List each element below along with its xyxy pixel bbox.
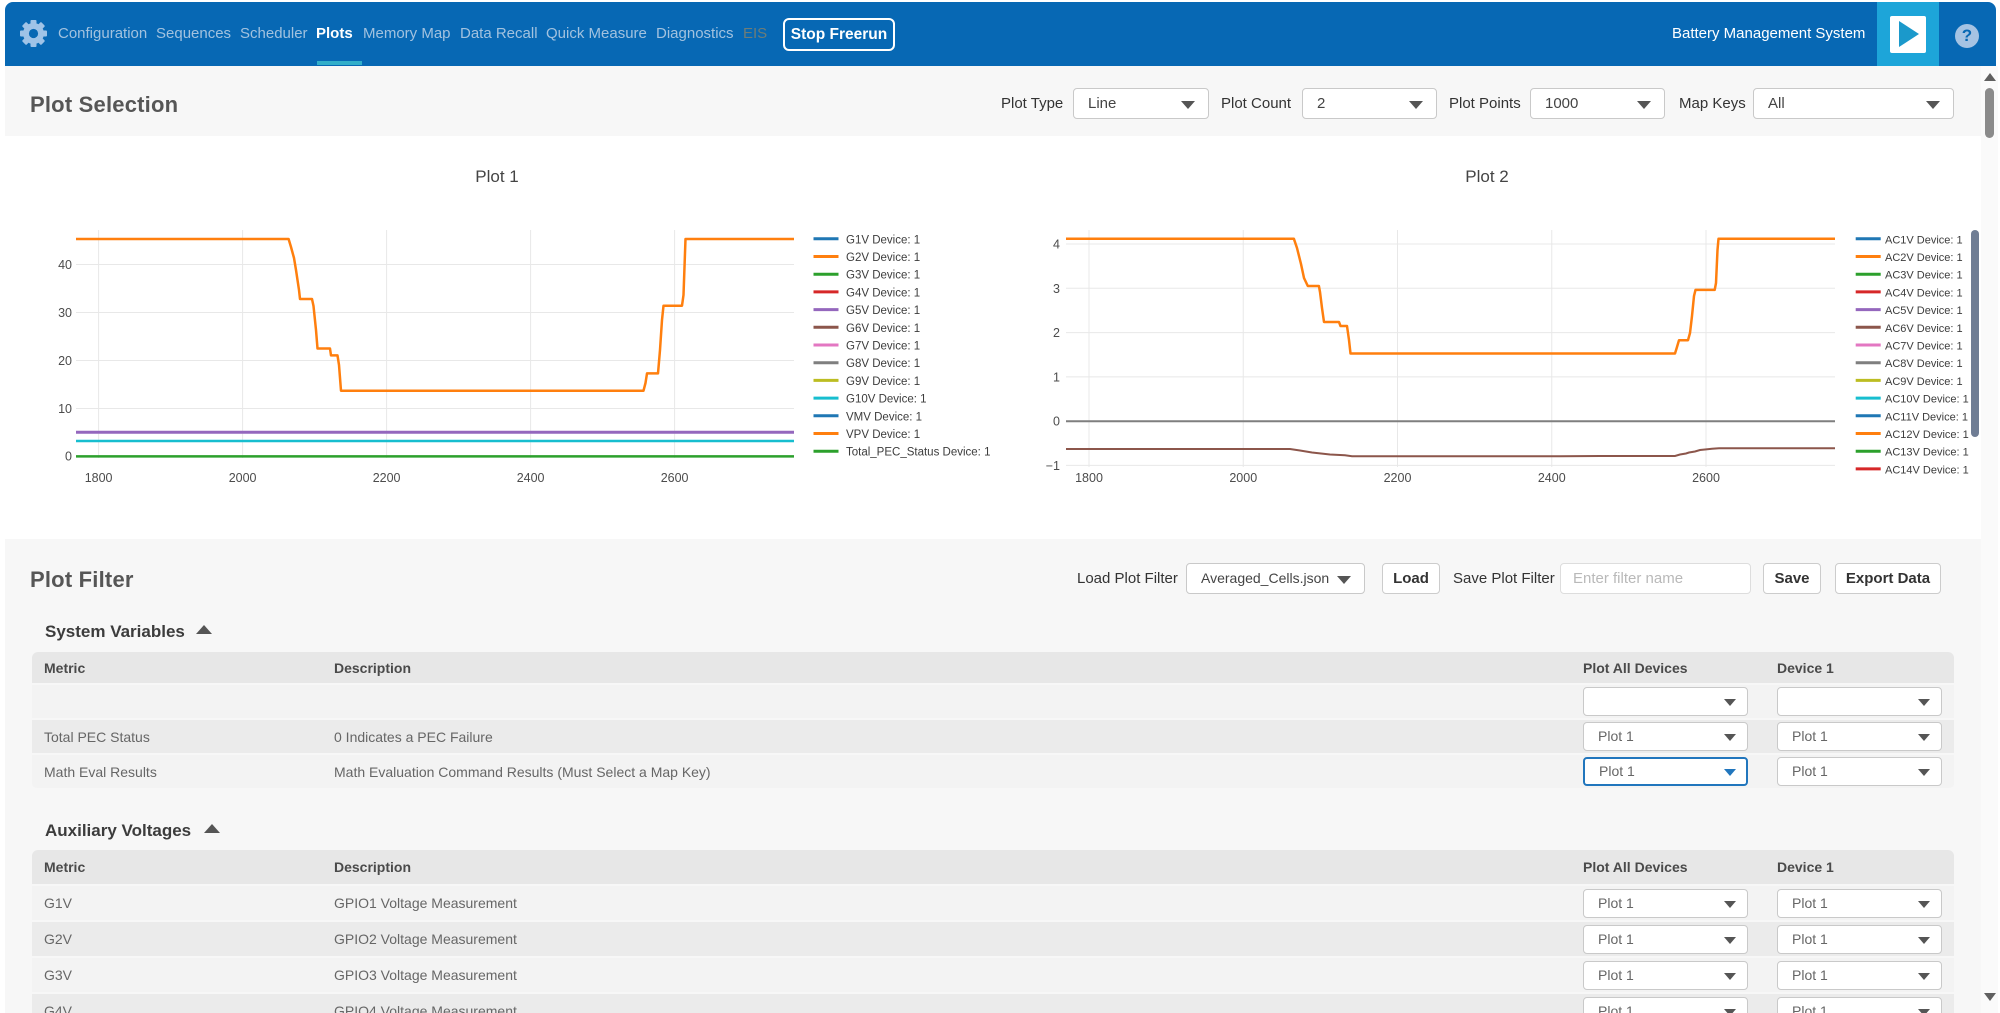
svg-text:Plot 2: Plot 2 [1465,167,1508,186]
svg-text:G5V Device: 1: G5V Device: 1 [846,305,920,317]
svg-text:AC8V Device: 1: AC8V Device: 1 [1885,358,1963,370]
svg-text:VPV Device: 1: VPV Device: 1 [846,429,920,441]
svg-text:AC13V Device: 1: AC13V Device: 1 [1885,447,1969,459]
svg-text:G6V Device: 1: G6V Device: 1 [846,323,920,335]
svg-text:G3V Device: 1: G3V Device: 1 [846,270,920,282]
svg-text:Plot 1: Plot 1 [475,167,518,186]
svg-text:2400: 2400 [517,471,545,485]
svg-text:AC6V Device: 1: AC6V Device: 1 [1885,323,1963,335]
svg-text:AC3V Device: 1: AC3V Device: 1 [1885,270,1963,282]
svg-text:4: 4 [1053,238,1060,252]
svg-text:AC2V Device: 1: AC2V Device: 1 [1885,252,1963,264]
svg-text:2400: 2400 [1538,471,1566,485]
svg-text:AC4V Device: 1: AC4V Device: 1 [1885,287,1963,299]
svg-text:G2V Device: 1: G2V Device: 1 [846,252,920,264]
svg-text:10: 10 [58,402,72,416]
svg-text:−1: −1 [1046,459,1060,473]
svg-text:AC5V Device: 1: AC5V Device: 1 [1885,305,1963,317]
svg-text:1800: 1800 [85,471,113,485]
svg-text:2200: 2200 [373,471,401,485]
svg-text:G10V Device: 1: G10V Device: 1 [846,394,927,406]
svg-text:AC1V Device: 1: AC1V Device: 1 [1885,234,1963,246]
svg-text:VMV Device: 1: VMV Device: 1 [846,411,922,423]
svg-text:G4V Device: 1: G4V Device: 1 [846,287,920,299]
svg-text:AC11V Device: 1: AC11V Device: 1 [1885,411,1968,423]
svg-text:40: 40 [58,258,72,272]
svg-text:AC9V Device: 1: AC9V Device: 1 [1885,376,1963,388]
svg-text:2200: 2200 [1384,471,1412,485]
svg-text:AC10V Device: 1: AC10V Device: 1 [1885,394,1969,406]
svg-text:G8V Device: 1: G8V Device: 1 [846,358,920,370]
svg-text:30: 30 [58,306,72,320]
svg-text:2000: 2000 [229,471,257,485]
svg-text:0: 0 [1053,415,1060,429]
svg-text:2600: 2600 [1692,471,1720,485]
svg-text:AC7V Device: 1: AC7V Device: 1 [1885,341,1963,353]
svg-text:Total_PEC_Status Device: 1: Total_PEC_Status Device: 1 [846,447,990,459]
svg-text:1: 1 [1053,370,1060,384]
svg-text:2: 2 [1053,326,1060,340]
svg-text:AC12V Device: 1: AC12V Device: 1 [1885,429,1969,441]
svg-text:2600: 2600 [661,471,689,485]
svg-text:G9V Device: 1: G9V Device: 1 [846,376,920,388]
svg-text:2000: 2000 [1229,471,1257,485]
svg-text:0: 0 [65,450,72,464]
svg-text:G1V Device: 1: G1V Device: 1 [846,234,920,246]
svg-text:20: 20 [58,354,72,368]
svg-text:AC14V Device: 1: AC14V Device: 1 [1885,464,1969,476]
svg-text:1800: 1800 [1075,471,1103,485]
svg-text:G7V Device: 1: G7V Device: 1 [846,341,920,353]
svg-text:3: 3 [1053,282,1060,296]
